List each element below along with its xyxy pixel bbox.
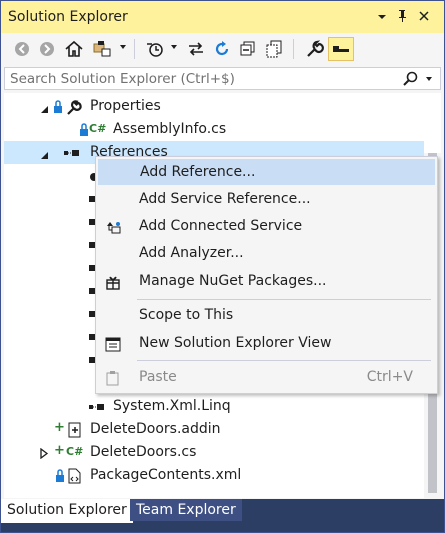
- xml-file-icon: [66, 467, 84, 485]
- expanded-triangle-icon[interactable]: [40, 148, 49, 164]
- tab-label: Team Explorer: [136, 502, 236, 518]
- close-icon[interactable]: [416, 7, 432, 25]
- wrench-icon: [65, 98, 83, 116]
- properties-wrench-icon[interactable]: [303, 38, 325, 60]
- tree-node-addin[interactable]: + DeleteDoors.addin: [4, 418, 424, 441]
- search-input[interactable]: [10, 69, 390, 88]
- context-menu: Add Reference... Add Service Reference..…: [95, 156, 438, 394]
- collapse-all-icon[interactable]: [237, 38, 259, 60]
- menu-separator: [137, 360, 431, 361]
- menu-item-label: Paste: [139, 369, 177, 385]
- toolbar-separator: [293, 39, 294, 59]
- menu-item-label: Add Reference...: [140, 164, 256, 180]
- lock-icon: [54, 467, 66, 485]
- expanded-triangle-icon[interactable]: [40, 102, 49, 118]
- menu-item-scope-to-this[interactable]: Scope to This: [98, 303, 435, 329]
- addin-file-icon: [66, 421, 84, 439]
- pending-changes-filter-icon[interactable]: [144, 38, 166, 60]
- menu-item-label: Manage NuGet Packages...: [139, 273, 327, 289]
- switch-views-icon[interactable]: [91, 38, 113, 60]
- menu-item-add-service-reference[interactable]: Add Service Reference...: [98, 187, 435, 213]
- title-bar: Solution Explorer: [1, 1, 444, 33]
- toolbar: [1, 33, 444, 65]
- menu-item-label: New Solution Explorer View: [139, 335, 332, 351]
- menu-item-paste[interactable]: Paste Ctrl+V: [98, 365, 435, 391]
- pin-icon[interactable]: [394, 7, 410, 25]
- csharp-file-icon: C#: [89, 122, 107, 135]
- chevron-down-icon[interactable]: [171, 45, 177, 49]
- references-icon: [63, 144, 81, 162]
- menu-item-new-solution-explorer-view[interactable]: New Solution Explorer View: [98, 331, 435, 357]
- tab-solution-explorer[interactable]: Solution Explorer: [1, 499, 133, 523]
- menu-item-label: Scope to This: [139, 307, 234, 323]
- tab-team-explorer[interactable]: Team Explorer: [130, 499, 242, 521]
- show-all-files-icon[interactable]: [263, 38, 285, 60]
- menu-item-label: Add Service Reference...: [139, 191, 311, 207]
- search-box[interactable]: [4, 67, 441, 90]
- back-icon[interactable]: [11, 38, 33, 60]
- tree-node-label: AssemblyInfo.cs: [113, 121, 227, 137]
- chevron-down-icon[interactable]: [120, 45, 126, 49]
- tree-node-deletedoors-cs[interactable]: + C# DeleteDoors.cs: [4, 441, 424, 464]
- tree-node-properties[interactable]: Properties: [4, 95, 424, 118]
- menu-item-shortcut: Ctrl+V: [366, 369, 413, 385]
- new-view-icon: [104, 335, 122, 353]
- menu-item-add-reference[interactable]: Add Reference...: [98, 159, 435, 185]
- reference-icon: [88, 398, 106, 416]
- solution-explorer-window: Solution Explorer Search Solution Explor…: [0, 0, 445, 533]
- preview-selected-items-icon[interactable]: [328, 37, 354, 61]
- tree-node-label: System.Xml.Linq: [113, 398, 231, 414]
- tree-node-label: PackageContents.xml: [90, 467, 242, 483]
- window-position-dropdown-icon[interactable]: [374, 7, 390, 25]
- collapsed-triangle-icon[interactable]: [40, 447, 49, 463]
- toolbar-separator: [134, 39, 135, 59]
- refresh-icon[interactable]: [211, 38, 233, 60]
- menu-item-add-analyzer[interactable]: Add Analyzer...: [98, 241, 435, 267]
- tool-window-tabs: Solution Explorer Team Explorer: [1, 499, 444, 532]
- lock-icon: [52, 98, 64, 116]
- search-options-chevron-down-icon[interactable]: [426, 77, 432, 81]
- tree-node-label: Properties: [90, 98, 161, 114]
- menu-item-label: Add Analyzer...: [139, 245, 244, 261]
- tree-node-assemblyinfo[interactable]: C# AssemblyInfo.cs: [4, 118, 424, 141]
- menu-item-add-connected-service[interactable]: Add Connected Service: [98, 214, 435, 240]
- search-icon[interactable]: [402, 70, 420, 92]
- tree-node-label: DeleteDoors.cs: [90, 444, 197, 460]
- added-plus-icon: +: [54, 443, 65, 458]
- menu-item-manage-nuget-packages[interactable]: Manage NuGet Packages...: [98, 269, 435, 295]
- tree-node-packagecontents[interactable]: PackageContents.xml: [4, 464, 424, 487]
- tree-node-label: DeleteDoors.addin: [90, 421, 221, 437]
- menu-item-label: Add Connected Service: [139, 218, 303, 234]
- window-title: Solution Explorer: [8, 9, 128, 25]
- nuget-package-icon: [104, 273, 122, 291]
- tree-node-system-xml-linq[interactable]: System.Xml.Linq: [4, 395, 424, 418]
- sync-with-document-icon[interactable]: [185, 38, 207, 60]
- connected-service-icon: [104, 218, 122, 236]
- menu-separator: [137, 299, 431, 300]
- csharp-file-icon: C#: [66, 445, 84, 458]
- home-icon[interactable]: [63, 38, 85, 60]
- paste-icon: [104, 369, 122, 387]
- tab-label: Solution Explorer: [7, 502, 127, 518]
- forward-icon[interactable]: [36, 38, 58, 60]
- added-plus-icon: +: [54, 420, 65, 435]
